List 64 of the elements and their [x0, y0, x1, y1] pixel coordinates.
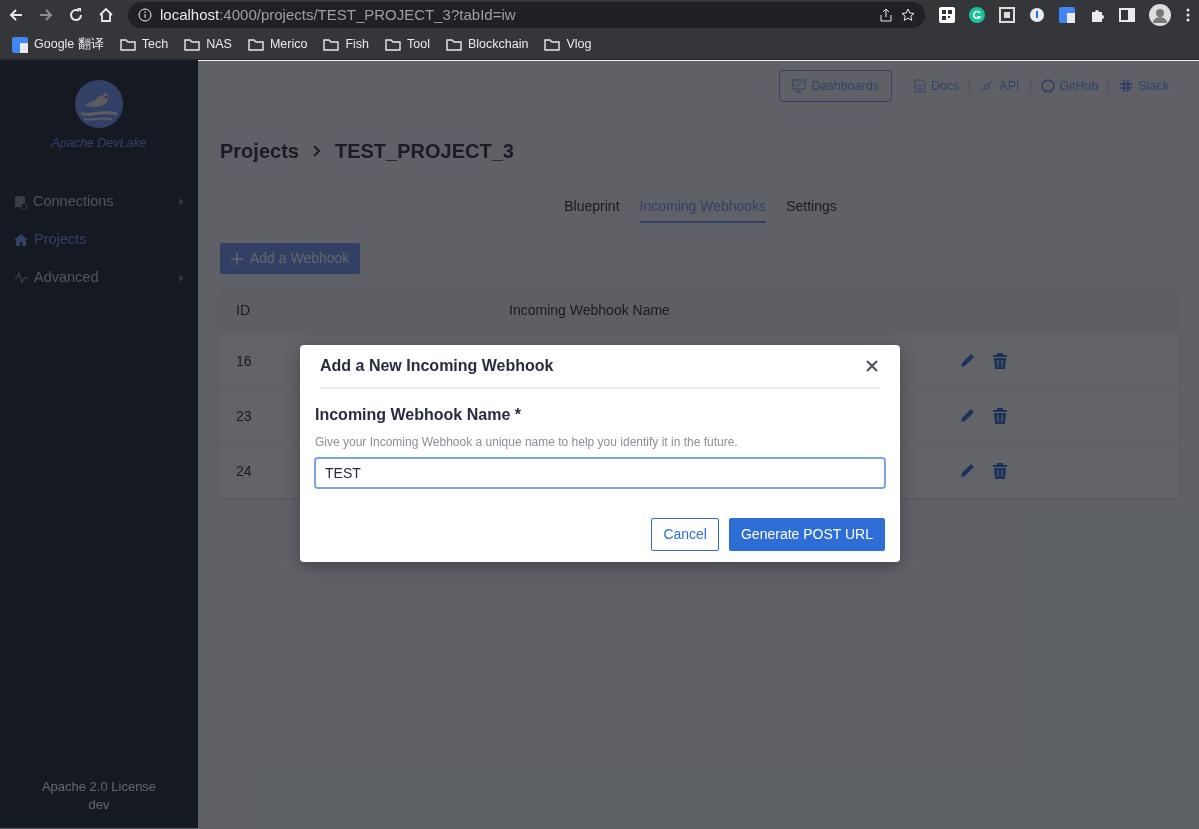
- folder-icon: [323, 38, 340, 51]
- pulse-icon: [14, 271, 28, 284]
- field-hint: Give your Incoming Webhook a unique name to help you identify it in the future.: [315, 434, 739, 451]
- folder-icon: [445, 38, 462, 51]
- sidebar-item[interactable]: Projects: [0, 220, 198, 259]
- bookmark[interactable]: Merico: [247, 35, 308, 54]
- bookmark[interactable]: NAS: [184, 35, 232, 54]
- share-icon[interactable]: [879, 8, 893, 22]
- hash-icon: [1119, 79, 1134, 93]
- field-label: Incoming Webhook Name *: [315, 405, 522, 425]
- table-cell: 24: [236, 462, 252, 479]
- close-icon: [866, 360, 878, 372]
- url-text: localhost:4000/projects/TEST_PROJECT_3?tabId=iw: [160, 4, 516, 25]
- tab[interactable]: Settings: [786, 196, 837, 223]
- database-icon: [14, 194, 27, 209]
- qr-code-icon[interactable]: [939, 7, 955, 23]
- avatar-icon[interactable]: [1149, 4, 1171, 26]
- folder-icon: [544, 38, 561, 51]
- address-bar[interactable]: localhost:4000/projects/TEST_PROJECT_3?tabId=iw: [128, 2, 925, 28]
- table-cell: 16: [236, 352, 252, 369]
- reload-icon[interactable]: [68, 7, 84, 23]
- folder-icon: [247, 38, 264, 51]
- tab[interactable]: Blueprint: [564, 196, 620, 223]
- cancel-button[interactable]: Cancel: [651, 518, 719, 551]
- column-header: Incoming Webhook Name: [508, 301, 671, 320]
- square-icon[interactable]: [999, 7, 1015, 23]
- generate-button[interactable]: Generate POST URL: [728, 518, 885, 551]
- bookmark[interactable]: Vlog: [544, 35, 592, 54]
- grammar-icon[interactable]: [969, 7, 985, 23]
- folder-icon: [119, 38, 136, 51]
- document-icon: [913, 79, 926, 93]
- translate-icon[interactable]: [1059, 7, 1075, 23]
- dialog-title: Add a New Incoming Webhook: [320, 356, 554, 376]
- bookmark[interactable]: Blockchain: [445, 35, 529, 54]
- star-icon[interactable]: [901, 8, 915, 22]
- translate-icon: [12, 36, 28, 53]
- info-icon: [138, 8, 152, 22]
- sidebar-icon[interactable]: [1119, 7, 1135, 23]
- folder-icon: [385, 38, 402, 51]
- column-header: ID: [235, 301, 251, 320]
- folder-icon: [184, 38, 201, 51]
- plus-icon: [231, 252, 243, 265]
- monitor-icon: [792, 79, 807, 93]
- home-icon: [14, 233, 28, 247]
- bookmark[interactable]: Google 翻译: [12, 35, 104, 54]
- breadcrumb-item: TEST_PROJECT_3: [334, 139, 514, 164]
- bookmark[interactable]: Tech: [119, 35, 169, 54]
- chevron-icon: [312, 145, 321, 157]
- extension-icon[interactable]: [1029, 7, 1045, 23]
- close-button[interactable]: [864, 358, 880, 374]
- footer-text: Apache 2.0 License: [41, 778, 157, 796]
- puzzle-icon[interactable]: [1089, 7, 1105, 23]
- home-icon[interactable]: [98, 7, 114, 23]
- input-field[interactable]: TEST: [315, 458, 885, 488]
- back-icon[interactable]: [8, 7, 24, 23]
- bookmark[interactable]: Tool: [385, 35, 430, 54]
- more-icon[interactable]: [1185, 7, 1191, 23]
- forward-icon[interactable]: [38, 7, 54, 23]
- table-cell: 23: [236, 407, 252, 424]
- breadcrumb-item[interactable]: Projects: [220, 136, 299, 166]
- bookmark[interactable]: Fish: [323, 35, 370, 54]
- footer-text: dev: [88, 796, 110, 814]
- logo-text: Apache DevLake: [51, 135, 147, 152]
- logo-icon: [75, 80, 123, 128]
